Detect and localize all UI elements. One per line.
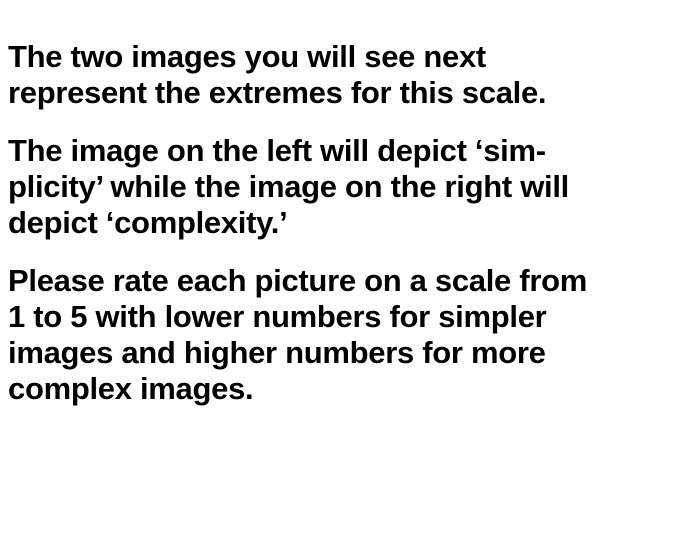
rating-paragraph: Please rate each picture on a scale from… <box>8 263 698 407</box>
rating-line-3: images and higher numbers for more <box>8 335 546 370</box>
rating-line-1: Please rate each picture on a scale from <box>8 263 587 298</box>
extremes-line-2: plicity’ while the image on the right wi… <box>8 169 569 204</box>
intro-paragraph: The two images you will see next represe… <box>8 39 698 111</box>
rating-line-4: complex images. <box>8 371 254 406</box>
instructions-text-block: The two images you will see next represe… <box>8 39 698 429</box>
extremes-paragraph: The image on the left will depict ‘sim- … <box>8 133 698 241</box>
extremes-line-3: depict ‘complexity.’ <box>8 205 288 240</box>
intro-line-1: The two images you will see next <box>8 39 486 74</box>
rating-line-2: 1 to 5 with lower numbers for simpler <box>8 299 547 334</box>
intro-line-2: represent the extremes for this scale. <box>8 75 547 110</box>
extremes-line-1: The image on the left will depict ‘sim- <box>8 133 546 168</box>
